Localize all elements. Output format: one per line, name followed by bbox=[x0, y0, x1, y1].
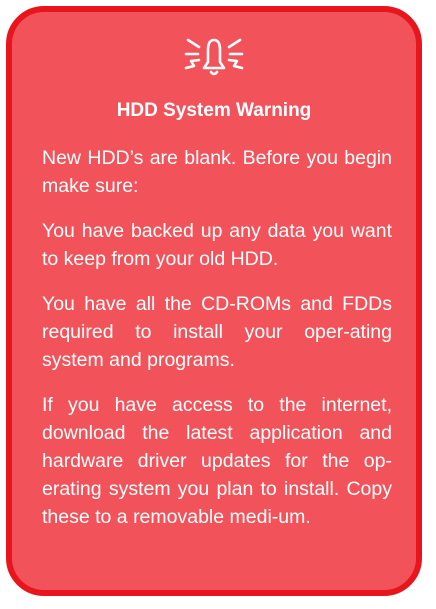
warning-body: New HDD’s are blank. Before you begin ma… bbox=[42, 144, 392, 548]
warning-card: HDD System Warning New HDD’s are blank. … bbox=[6, 6, 422, 596]
warning-paragraph: New HDD’s are blank. Before you begin ma… bbox=[42, 147, 392, 197]
warning-paragraph: You have all the CD-ROMs and FDDs requir… bbox=[42, 293, 392, 371]
warning-paragraph: If you have access to the internet, down… bbox=[42, 394, 392, 528]
alarm-bell-icon bbox=[12, 30, 416, 80]
warning-title: HDD System Warning bbox=[116, 100, 312, 121]
warning-paragraph: You have backed up any data you want to … bbox=[42, 220, 392, 270]
